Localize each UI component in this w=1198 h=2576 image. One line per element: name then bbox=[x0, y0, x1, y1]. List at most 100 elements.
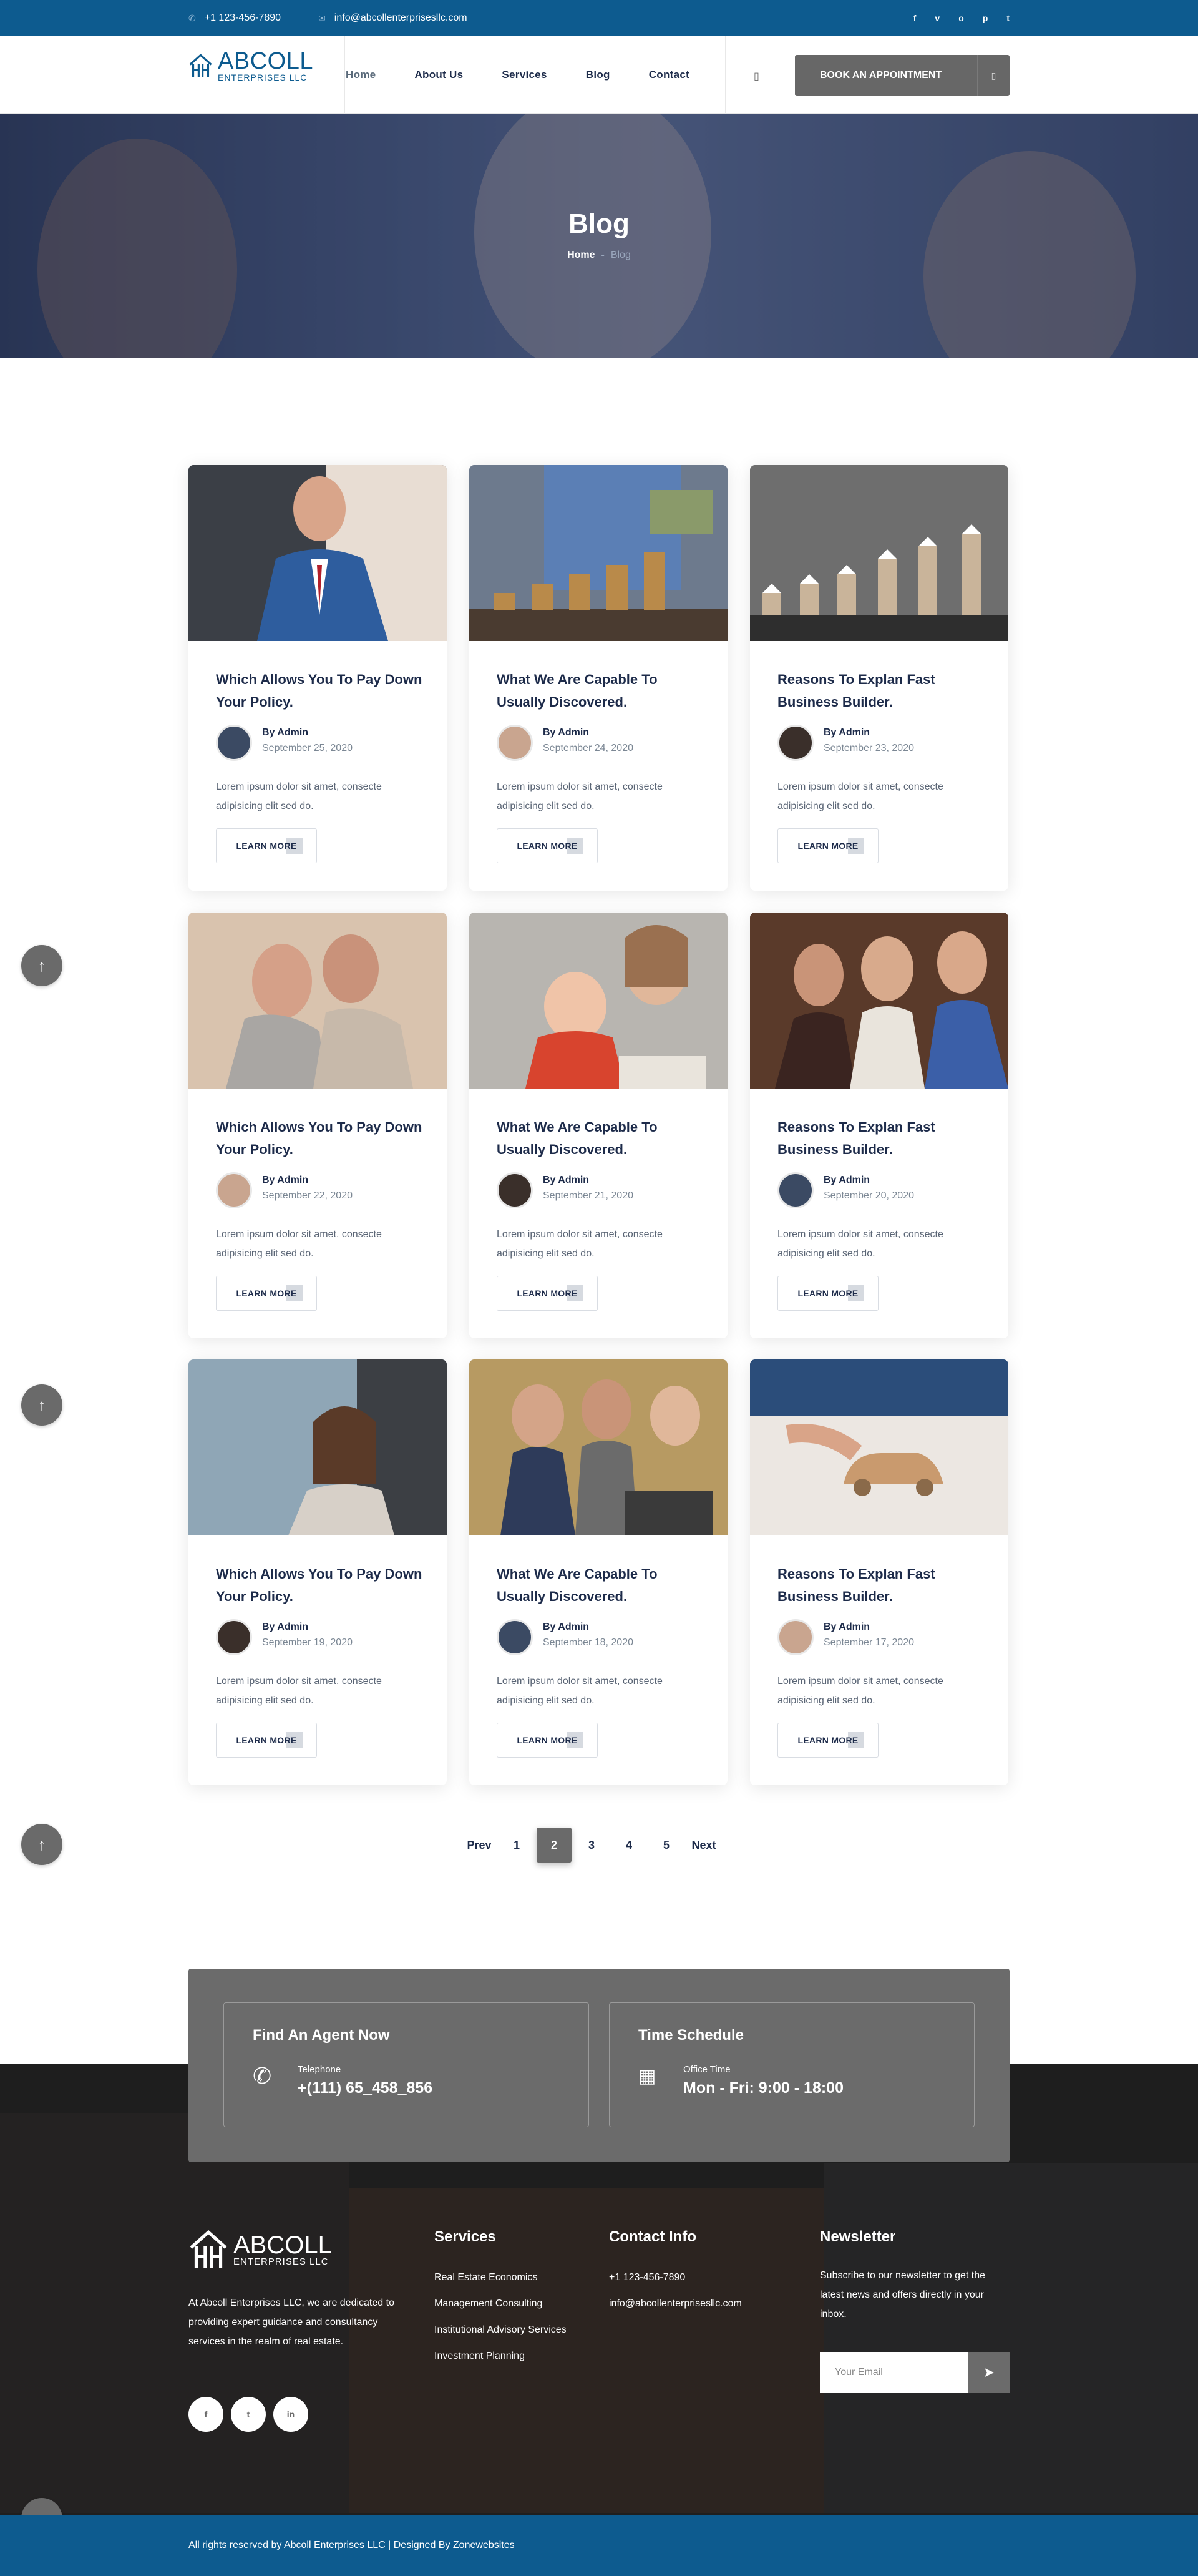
footer-phone[interactable]: +1 123-456-7890 bbox=[609, 2265, 742, 2291]
pagination-page[interactable]: 1 bbox=[499, 1828, 534, 1863]
footer-about: At Abcoll Enterprises LLC, we are dedica… bbox=[188, 2298, 394, 2347]
post-author[interactable]: By Admin bbox=[262, 1622, 308, 1633]
main-nav: Home About Us Services Blog Contact bbox=[346, 36, 689, 114]
post-title[interactable]: Which Allows You To Pay Down Your Policy… bbox=[216, 668, 428, 713]
find-agent-box: Find An Agent Now ✆ Telephone +(111) 65_… bbox=[223, 2002, 589, 2127]
author-avatar bbox=[216, 725, 252, 761]
post-image bbox=[750, 465, 1008, 641]
facebook-icon[interactable]: f bbox=[188, 2397, 223, 2432]
post-title[interactable]: Which Allows You To Pay Down Your Policy… bbox=[216, 1116, 428, 1161]
author-avatar bbox=[497, 1619, 533, 1655]
newsletter-email-input[interactable] bbox=[820, 2352, 968, 2393]
nav-services[interactable]: Services bbox=[502, 69, 547, 81]
linkedin-icon[interactable]: in bbox=[273, 2397, 308, 2432]
learn-more-label: LEARN MORE bbox=[236, 1288, 297, 1298]
learn-more-button[interactable]: LEARN MORE bbox=[216, 828, 317, 863]
post-excerpt: Lorem ipsum dolor sit amet, consecte adi… bbox=[497, 1676, 663, 1706]
nav-home[interactable]: Home bbox=[346, 69, 376, 81]
footer-bg-shape bbox=[824, 2163, 1198, 2513]
pagination-next[interactable]: Next bbox=[686, 1828, 721, 1863]
post-title[interactable]: Reasons To Explan Fast Business Builder. bbox=[777, 1116, 990, 1161]
topbar-email[interactable]: ✉ info@abcollenterprisesllc.com bbox=[318, 12, 467, 24]
breadcrumb-current: Blog bbox=[610, 250, 631, 260]
post-title[interactable]: Reasons To Explan Fast Business Builder. bbox=[777, 668, 990, 713]
footer-service-link[interactable]: Management Consulting bbox=[434, 2291, 567, 2317]
telephone-value[interactable]: +(111) 65_458_856 bbox=[298, 2079, 432, 2097]
pagination-page[interactable]: 4 bbox=[611, 1828, 646, 1863]
post-author[interactable]: By Admin bbox=[262, 727, 308, 738]
learn-more-button[interactable]: LEARN MORE bbox=[216, 1276, 317, 1311]
post-author[interactable]: By Admin bbox=[262, 1175, 308, 1186]
post-author[interactable]: By Admin bbox=[543, 1175, 589, 1186]
breadcrumb-home[interactable]: Home bbox=[567, 250, 595, 260]
vimeo-icon[interactable]: v bbox=[935, 13, 940, 23]
post-author[interactable]: By Admin bbox=[543, 1622, 589, 1633]
learn-more-button[interactable]: LEARN MORE bbox=[777, 828, 879, 863]
topbar-phone[interactable]: ✆ +1 123-456-7890 bbox=[188, 12, 281, 24]
office-time-value: Mon - Fri: 9:00 - 18:00 bbox=[683, 2079, 844, 2097]
footer-logo-name: ABCOLL bbox=[233, 2231, 332, 2259]
learn-more-button[interactable]: LEARN MORE bbox=[216, 1723, 317, 1758]
breadcrumb: Home - Blog bbox=[0, 250, 1198, 261]
learn-more-button[interactable]: LEARN MORE bbox=[497, 828, 598, 863]
learn-more-button[interactable]: LEARN MORE bbox=[777, 1276, 879, 1311]
blog-card: Which Allows You To Pay Down Your Policy… bbox=[188, 465, 447, 891]
telephone-label: Telephone bbox=[298, 2064, 341, 2075]
logo-sub: ENTERPRISES LLC bbox=[218, 72, 308, 82]
envelope-icon: ✉ bbox=[318, 12, 326, 23]
scroll-top-button[interactable]: ↑ bbox=[21, 945, 62, 986]
learn-more-button[interactable]: LEARN MORE bbox=[777, 1723, 879, 1758]
footer-service-link[interactable]: Institutional Advisory Services bbox=[434, 2317, 567, 2343]
footer-logo[interactable]: ABCOLL ENTERPRISES LLC bbox=[188, 2228, 332, 2272]
post-title[interactable]: Reasons To Explan Fast Business Builder. bbox=[777, 1563, 990, 1608]
nav-blog[interactable]: Blog bbox=[586, 69, 610, 81]
breadcrumb-separator: - bbox=[601, 250, 605, 260]
post-excerpt: Lorem ipsum dolor sit amet, consecte adi… bbox=[497, 781, 663, 811]
learn-more-label: LEARN MORE bbox=[797, 1735, 859, 1745]
pagination-page[interactable]: 3 bbox=[574, 1828, 609, 1863]
footer-service-link[interactable]: Investment Planning bbox=[434, 2343, 567, 2369]
arrow-up-icon: ↑ bbox=[37, 1395, 46, 1414]
office-time-label: Office Time bbox=[683, 2064, 731, 2075]
twitter-icon[interactable]: t bbox=[231, 2397, 266, 2432]
post-title[interactable]: What We Are Capable To Usually Discovere… bbox=[497, 1563, 709, 1608]
pinterest-icon[interactable]: p bbox=[983, 13, 988, 23]
post-title[interactable]: Which Allows You To Pay Down Your Policy… bbox=[216, 1563, 428, 1608]
nav-about[interactable]: About Us bbox=[414, 69, 463, 81]
scroll-top-button[interactable]: ↑ bbox=[21, 1384, 62, 1426]
post-author[interactable]: By Admin bbox=[824, 1175, 870, 1186]
footer-service-link[interactable]: Real Estate Economics bbox=[434, 2265, 567, 2291]
learn-more-label: LEARN MORE bbox=[797, 1288, 859, 1298]
pagination-page-active[interactable]: 2 bbox=[537, 1828, 572, 1863]
post-image bbox=[188, 465, 447, 641]
instagram-icon[interactable]: o bbox=[958, 13, 964, 23]
post-excerpt: Lorem ipsum dolor sit amet, consecte adi… bbox=[777, 1229, 943, 1259]
pagination-page[interactable]: 5 bbox=[649, 1828, 684, 1863]
page-title: Blog bbox=[568, 208, 630, 239]
post-date: September 24, 2020 bbox=[543, 743, 633, 753]
logo-name: ABCOLL bbox=[218, 48, 313, 74]
post-image bbox=[750, 913, 1008, 1089]
logo-mark-icon bbox=[190, 2230, 227, 2268]
copyright-text: All rights reserved by Abcoll Enterprise… bbox=[188, 2540, 515, 2550]
post-author[interactable]: By Admin bbox=[543, 727, 589, 738]
nav-contact[interactable]: Contact bbox=[649, 69, 689, 81]
learn-more-button[interactable]: LEARN MORE bbox=[497, 1276, 598, 1311]
newsletter-submit-button[interactable]: ➤ bbox=[968, 2352, 1010, 2393]
post-title[interactable]: What We Are Capable To Usually Discovere… bbox=[497, 1116, 709, 1161]
site-logo[interactable]: ABCOLL ENTERPRISES LLC bbox=[188, 41, 313, 91]
book-appointment-button[interactable]: BOOK AN APPOINTMENT ▯ bbox=[795, 55, 1010, 96]
search-icon[interactable]: ▯ bbox=[754, 70, 759, 82]
post-title[interactable]: What We Are Capable To Usually Discovere… bbox=[497, 668, 709, 713]
post-author[interactable]: By Admin bbox=[824, 727, 870, 738]
facebook-icon[interactable]: f bbox=[913, 13, 917, 23]
post-excerpt: Lorem ipsum dolor sit amet, consecte adi… bbox=[216, 781, 382, 811]
scroll-top-button[interactable]: ↑ bbox=[21, 1824, 62, 1865]
footer-email[interactable]: info@abcollenterprisesllc.com bbox=[609, 2291, 742, 2317]
time-schedule-title: Time Schedule bbox=[638, 2027, 744, 2044]
learn-more-button[interactable]: LEARN MORE bbox=[497, 1723, 598, 1758]
blog-card: What We Are Capable To Usually Discovere… bbox=[469, 1359, 728, 1785]
pagination-prev[interactable]: Prev bbox=[462, 1828, 497, 1863]
post-author[interactable]: By Admin bbox=[824, 1622, 870, 1633]
twitter-icon[interactable]: t bbox=[1006, 13, 1010, 23]
